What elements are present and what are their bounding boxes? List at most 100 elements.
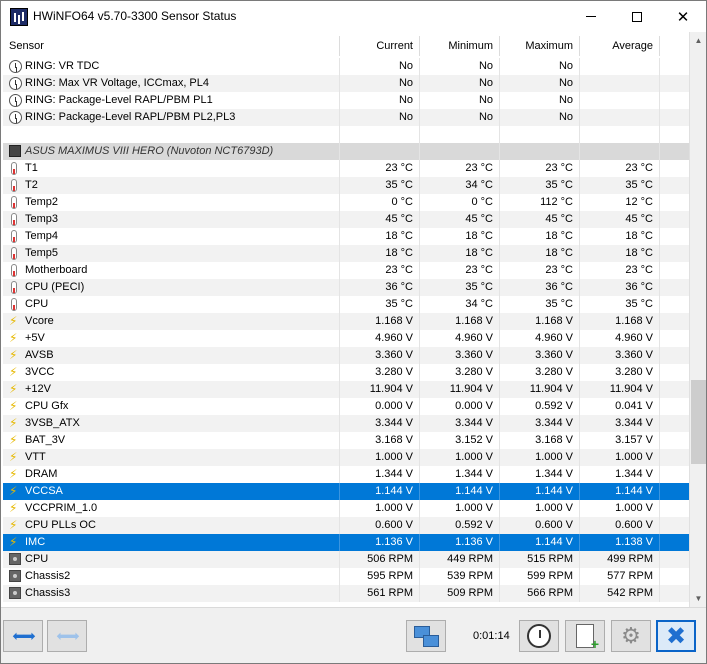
sensor-name: ASUS MAXIMUS VIII HERO (Nuvoton NCT6793D… — [3, 143, 340, 160]
minimize-button[interactable] — [568, 1, 614, 32]
row-spacer — [660, 466, 689, 483]
sensor-name: CPU — [3, 296, 340, 313]
sensor-name: Vcore — [3, 313, 340, 330]
row-spacer — [660, 160, 689, 177]
sensor-name: RING: VR TDC — [3, 58, 340, 75]
table-row[interactable]: IMC1.136 V1.136 V1.144 V1.138 V — [3, 534, 689, 551]
minimum-value: 1.144 V — [420, 483, 500, 500]
table-row[interactable]: 3VCC3.280 V3.280 V3.280 V3.280 V — [3, 364, 689, 381]
table-row[interactable]: RING: VR TDC No No No — [3, 58, 689, 75]
navigate-back-forward-button[interactable]: ⬅➡ — [3, 620, 43, 652]
status-clock-icon — [9, 94, 22, 107]
average-value: 23 °C — [580, 262, 660, 279]
table-row[interactable]: RING: Package-Level RAPL/PBM PL1 No No No — [3, 92, 689, 109]
title-bar[interactable]: HWiNFO64 v5.70-3300 Sensor Status ✕ — [1, 1, 706, 32]
column-header-current[interactable]: Current — [340, 36, 420, 56]
current-value: 0.600 V — [340, 517, 420, 534]
average-value: 45 °C — [580, 211, 660, 228]
exit-button[interactable]: ✖ — [656, 620, 696, 652]
table-row[interactable]: 3VSB_ATX3.344 V3.344 V3.344 V3.344 V — [3, 415, 689, 432]
sensor-group-row[interactable]: ASUS MAXIMUS VIII HERO (Nuvoton NCT6793D… — [3, 143, 689, 160]
table-row[interactable]: Temp5 18 °C 18 °C 18 °C 18 °C — [3, 245, 689, 262]
column-header-average[interactable]: Average — [580, 36, 660, 56]
elapsed-time: 0:01:14 — [473, 630, 510, 642]
table-row[interactable]: Vcore1.168 V1.168 V1.168 V1.168 V — [3, 313, 689, 330]
sensor-name: +5V — [3, 330, 340, 347]
row-spacer — [660, 330, 689, 347]
current-value: 3.168 V — [340, 432, 420, 449]
close-icon: ✕ — [676, 8, 690, 26]
table-row[interactable]: T1 23 °C 23 °C 23 °C 23 °C — [3, 160, 689, 177]
bottom-toolbar: ⬅➡ ⬅➡ 0:01:14 ⚙ ✖ — [1, 607, 706, 663]
row-spacer — [660, 75, 689, 92]
table-row[interactable]: AVSB3.360 V3.360 V3.360 V3.360 V — [3, 347, 689, 364]
close-button[interactable]: ✕ — [660, 1, 706, 32]
row-spacer — [660, 534, 689, 551]
sensor-label: CPU — [25, 298, 49, 310]
hwinfo-app-icon[interactable] — [10, 8, 28, 26]
average-value — [580, 109, 660, 126]
maximize-button[interactable] — [614, 1, 660, 32]
current-value — [340, 126, 420, 143]
table-row[interactable]: T2 35 °C 34 °C 35 °C 35 °C — [3, 177, 689, 194]
minimum-value: 449 RPM — [420, 551, 500, 568]
column-header-minimum[interactable]: Minimum — [420, 36, 500, 56]
scrollbar-thumb[interactable] — [691, 380, 706, 464]
sensor-name: +12V — [3, 381, 340, 398]
maximum-value: 4.960 V — [500, 330, 580, 347]
table-row[interactable]: Chassis2 595 RPM 539 RPM 599 RPM 577 RPM — [3, 568, 689, 585]
scroll-down-button[interactable]: ▼ — [690, 590, 707, 607]
minimum-value: 45 °C — [420, 211, 500, 228]
table-row[interactable]: BAT_3V3.168 V3.152 V3.168 V3.157 V — [3, 432, 689, 449]
table-row[interactable]: VTT1.000 V1.000 V1.000 V1.000 V — [3, 449, 689, 466]
minimum-value: 3.280 V — [420, 364, 500, 381]
settings-button[interactable]: ⚙ — [611, 620, 651, 652]
logging-button[interactable] — [565, 620, 605, 652]
table-row[interactable]: +5V4.960 V4.960 V4.960 V4.960 V — [3, 330, 689, 347]
sensor-table[interactable]: Sensor Current Minimum Maximum Average R… — [3, 32, 689, 607]
table-row[interactable]: VCCSA1.144 V1.144 V1.144 V1.144 V — [3, 483, 689, 500]
minimum-value: 34 °C — [420, 177, 500, 194]
table-row[interactable]: Temp4 18 °C 18 °C 18 °C 18 °C — [3, 228, 689, 245]
column-header-sensor[interactable]: Sensor — [3, 36, 340, 56]
minimum-value: 4.960 V — [420, 330, 500, 347]
column-header-maximum[interactable]: Maximum — [500, 36, 580, 56]
lightning-icon — [9, 483, 19, 500]
average-value: 23 °C — [580, 160, 660, 177]
vertical-scrollbar[interactable]: ▲ ▼ — [689, 32, 706, 607]
table-row[interactable]: CPU 506 RPM 449 RPM 515 RPM 499 RPM — [3, 551, 689, 568]
maximum-value: 23 °C — [500, 160, 580, 177]
row-spacer — [660, 381, 689, 398]
table-row[interactable]: CPU PLLs OC0.600 V0.592 V0.600 V0.600 V — [3, 517, 689, 534]
current-value: 18 °C — [340, 228, 420, 245]
scroll-up-button[interactable]: ▲ — [690, 32, 707, 49]
table-row[interactable]: Motherboard 23 °C 23 °C 23 °C 23 °C — [3, 262, 689, 279]
maximum-value: 1.000 V — [500, 500, 580, 517]
sensor-label: AVSB — [25, 349, 54, 361]
table-row[interactable]: CPU (PECI) 36 °C 35 °C 36 °C 36 °C — [3, 279, 689, 296]
minimum-value: 0.592 V — [420, 517, 500, 534]
table-row[interactable]: +12V11.904 V11.904 V11.904 V11.904 V — [3, 381, 689, 398]
navigate-secondary-button[interactable]: ⬅➡ — [47, 620, 87, 652]
network-button[interactable] — [406, 620, 446, 652]
row-spacer — [660, 109, 689, 126]
thermometer-icon — [11, 213, 17, 226]
table-row[interactable]: RING: Max VR Voltage, ICCmax, PL4 No No No — [3, 75, 689, 92]
thermometer-icon — [11, 264, 17, 277]
row-spacer — [660, 126, 689, 143]
table-row[interactable]: CPU Gfx0.000 V0.000 V0.592 V0.041 V — [3, 398, 689, 415]
table-row[interactable]: Chassis3 561 RPM 509 RPM 566 RPM 542 RPM — [3, 585, 689, 602]
table-row[interactable]: DRAM1.344 V1.344 V1.344 V1.344 V — [3, 466, 689, 483]
average-value: 0.041 V — [580, 398, 660, 415]
table-row[interactable]: RING: Package-Level RAPL/PBM PL2,PL3 No No… — [3, 109, 689, 126]
table-row[interactable]: Temp3 45 °C 45 °C 45 °C 45 °C — [3, 211, 689, 228]
current-value — [340, 143, 420, 160]
maximum-value: 35 °C — [500, 177, 580, 194]
average-value: 499 RPM — [580, 551, 660, 568]
table-row[interactable]: VCCPRIM_1.01.000 V1.000 V1.000 V1.000 V — [3, 500, 689, 517]
minimum-value: No — [420, 58, 500, 75]
table-row[interactable]: Temp2 0 °C 0 °C 112 °C 12 °C — [3, 194, 689, 211]
table-row[interactable]: CPU 35 °C 34 °C 35 °C 35 °C — [3, 296, 689, 313]
reset-timer-button[interactable] — [519, 620, 559, 652]
sensor-name: RING: Package-Level RAPL/PBM PL2,PL3 — [3, 109, 340, 126]
